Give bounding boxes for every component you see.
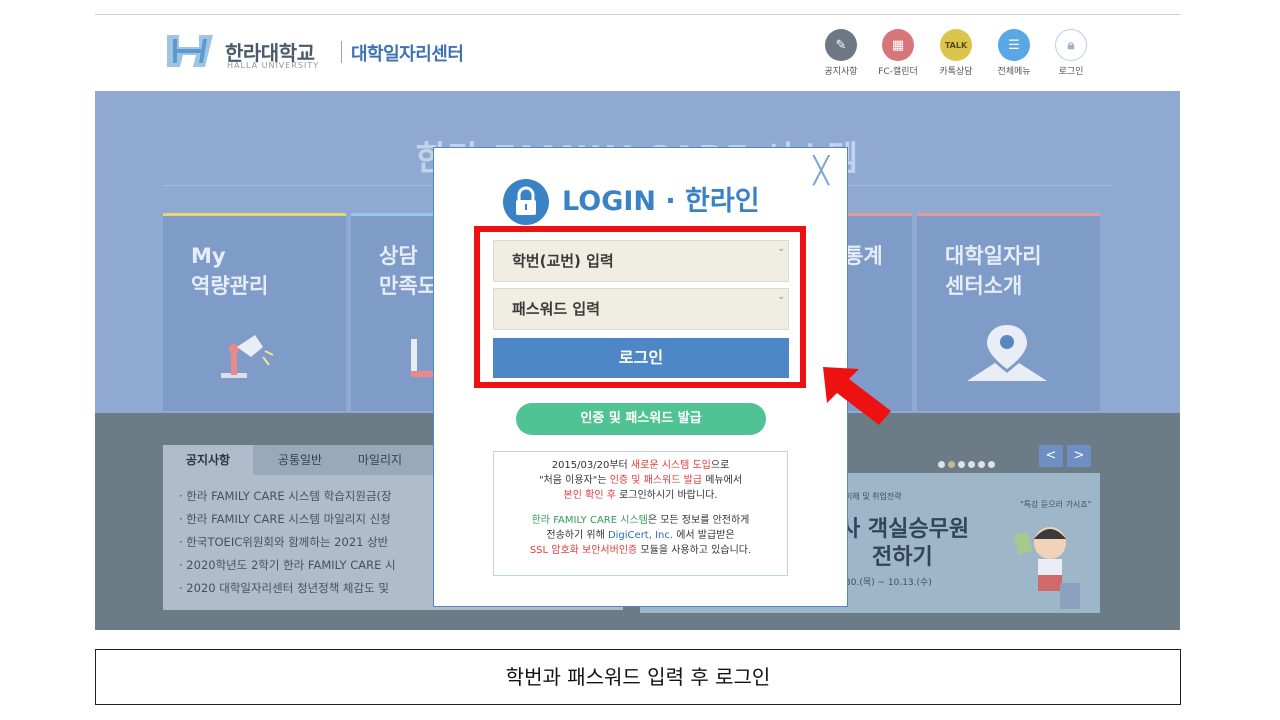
banner-note: "특강 듣으러 가시죠" — [1020, 500, 1092, 509]
card-accent — [163, 213, 346, 216]
calendar-icon: ▦ — [882, 29, 914, 61]
card-title: 상담 만족도 — [379, 244, 437, 298]
slide-dot[interactable] — [978, 461, 985, 468]
slide-dot[interactable] — [938, 461, 945, 468]
slide-next-button[interactable]: > — [1067, 445, 1091, 467]
info-text: 에서 발급받은 — [673, 530, 735, 541]
card-my-competency[interactable]: My 역량관리 — [163, 213, 346, 411]
header-notice[interactable]: ✎ 공지사항 — [821, 29, 861, 77]
info-line: 본인 확인 후 로그인하시기 바랍니다. — [494, 488, 787, 503]
header-menu[interactable]: ☰ 전체메뉴 — [994, 29, 1034, 77]
center-name[interactable]: 대학일자리센터 — [351, 40, 464, 66]
talk-icon: TALK — [940, 29, 972, 61]
card-accent — [917, 213, 1100, 216]
notice-icon: ✎ — [825, 29, 857, 61]
banner-dates: 30.(목) ~ 10.13.(수) — [845, 578, 932, 588]
info-line: 2015/03/20부터 새로운 시스템 도입으로 — [494, 458, 787, 473]
banner-subtitle: 이해 및 취업전략 — [845, 492, 902, 501]
desk-lamp-icon — [221, 335, 274, 378]
menu-icon: ☰ — [998, 29, 1030, 61]
info-highlight: 한라 FAMILY CARE 시스템 — [531, 515, 648, 526]
pointer-arrow-icon — [823, 367, 891, 425]
tab-general[interactable]: 공통일반 — [255, 445, 345, 475]
site-header: 한라대학교 HALLA UNIVERSITY 대학일자리센터 ✎ 공지사항 ▦ … — [95, 15, 1180, 91]
info-text: 은 모든 정보를 안전하게 — [647, 515, 750, 526]
slide-dot[interactable] — [988, 461, 995, 468]
header-talk-label: 카톡상담 — [939, 67, 973, 77]
list-item[interactable]: · 한라 FAMILY CARE 시스템 학습지원금(장 — [179, 485, 396, 508]
header-talk[interactable]: TALK 카톡상담 — [936, 29, 976, 77]
lock-icon — [503, 179, 549, 225]
header-notice-label: 공지사항 — [824, 67, 858, 77]
slide-dot[interactable] — [948, 461, 955, 468]
card-title: My 역량관리 — [191, 244, 269, 298]
list-item[interactable]: · 한국TOEIC위원회와 함께하는 2021 상반 — [179, 531, 396, 554]
banner-title-line2: 전하기 — [872, 545, 933, 570]
info-text: 메뉴에서 — [702, 475, 743, 486]
info-text: "처음 이용자"는 — [538, 475, 610, 486]
info-highlight: 인증 및 패스워드 발급 — [609, 475, 703, 486]
card-center-intro[interactable]: 대학일자리 센터소개 — [917, 213, 1100, 411]
card-title: 통계 — [844, 244, 883, 268]
header-calendar-label: FC-캘린더 — [878, 67, 918, 77]
info-line: 한라 FAMILY CARE 시스템은 모든 정보를 안전하게 — [494, 513, 787, 528]
header-login[interactable]: 🔒︎ 로그인 — [1051, 29, 1091, 77]
character-illustration-icon — [1013, 527, 1080, 609]
list-item[interactable]: · 2020 대학일자리센터 청년정책 체감도 및 — [179, 577, 396, 600]
info-highlight: DigiCert, Inc. — [607, 530, 674, 541]
tab-notice[interactable]: 공지사항 — [163, 445, 253, 475]
info-highlight: 새로운 시스템 도입 — [630, 460, 711, 471]
notice-list: · 한라 FAMILY CARE 시스템 학습지원금(장 · 한라 FAMILY… — [179, 485, 396, 600]
slide-indicator — [938, 453, 998, 472]
list-item[interactable]: · 한라 FAMILY CARE 시스템 마일리지 신청 — [179, 508, 396, 531]
certification-button[interactable]: 인증 및 패스워드 발급 — [516, 403, 766, 435]
card-title: 대학일자리 센터소개 — [945, 244, 1042, 298]
map-pin-icon — [967, 325, 1047, 381]
info-box: 2015/03/20부터 새로운 시스템 도입으로 "처음 이용자"는 인증 및… — [493, 451, 788, 576]
lock-icon: 🔒︎ — [1055, 29, 1087, 61]
slide-dot[interactable] — [968, 461, 975, 468]
info-line: SSL 암호화 보안서버인증 모듈을 사용하고 있습니다. — [494, 543, 787, 558]
info-text: 으로 — [710, 460, 730, 471]
header-calendar[interactable]: ▦ FC-캘린더 — [878, 29, 918, 77]
info-text: 전송하기 위해 — [546, 530, 608, 541]
modal-title: LOGIN · 한라인 — [562, 186, 760, 217]
info-highlight: SSL 암호화 보안서버인증 — [529, 545, 638, 556]
logo-divider — [341, 41, 342, 63]
info-text: 로그인하시기 바랍니다. — [615, 490, 718, 501]
header-login-label: 로그인 — [1058, 67, 1084, 77]
slide-dot[interactable] — [958, 461, 965, 468]
info-text: 모듈을 사용하고 있습니다. — [637, 545, 752, 556]
instruction-caption: 학번과 패스워드 입력 후 로그인 — [95, 649, 1181, 705]
info-text: 2015/03/20부터 — [551, 460, 631, 471]
close-icon[interactable]: ╳ — [813, 158, 829, 184]
header-menu-label: 전체메뉴 — [997, 67, 1031, 77]
highlight-box — [474, 226, 806, 388]
info-highlight: 본인 확인 후 — [563, 490, 616, 501]
university-logo-icon[interactable] — [163, 31, 219, 71]
info-line: "처음 이용자"는 인증 및 패스워드 발급 메뉴에서 — [494, 473, 787, 488]
info-gap — [494, 503, 787, 513]
slide-prev-button[interactable]: < — [1039, 445, 1063, 467]
tab-mileage[interactable]: 마일리지 — [335, 445, 425, 475]
info-line: 전송하기 위해 DigiCert, Inc. 에서 발급받은 — [494, 528, 787, 543]
login-modal: ╳ LOGIN · 한라인 학번(교번) 입력 ⌄ 패스워드 입력 ⌄ 로그인 … — [433, 147, 848, 607]
list-item[interactable]: · 2020학년도 2학기 한라 FAMILY CARE 시 — [179, 554, 396, 577]
screenshot: 한라대학교 HALLA UNIVERSITY 대학일자리센터 ✎ 공지사항 ▦ … — [95, 14, 1180, 630]
logo-subtext: HALLA UNIVERSITY — [227, 61, 320, 70]
